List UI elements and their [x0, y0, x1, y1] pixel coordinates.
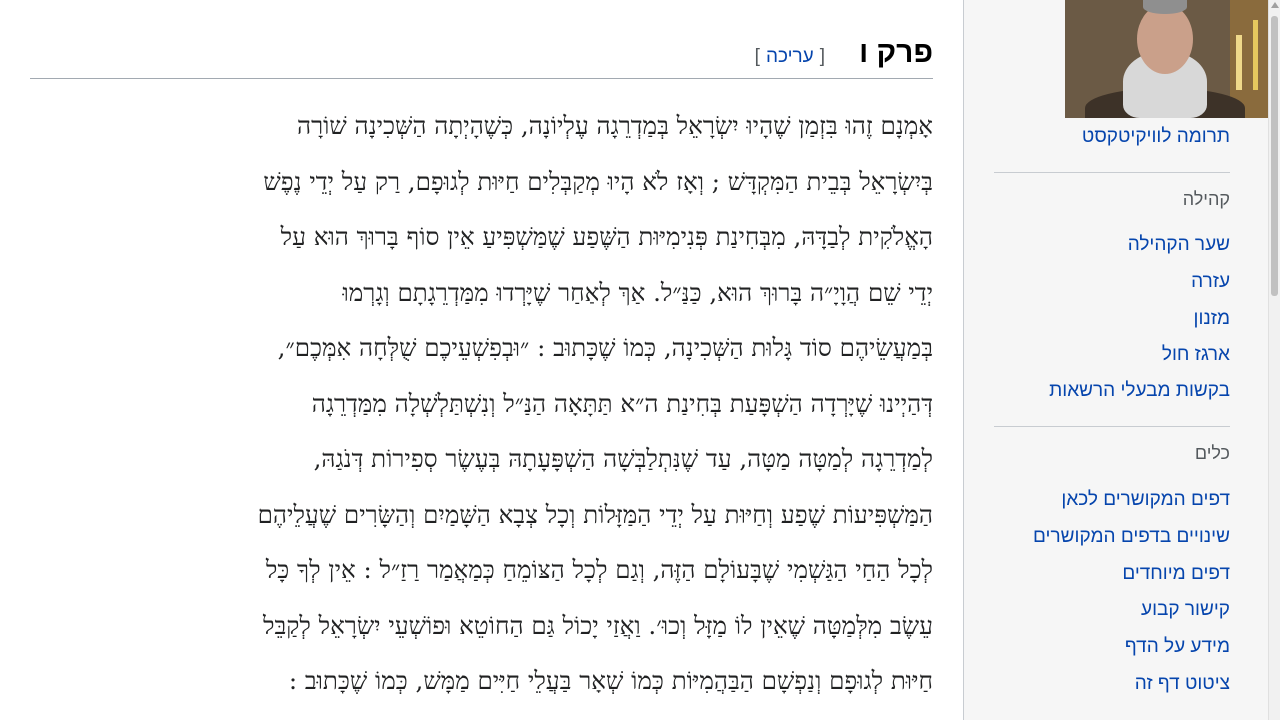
- text-line: בְּמַעֲשֵׂיהֶם סוֹד גָּלוּת הַשְּׁכִינָה…: [277, 333, 933, 362]
- sidebar-item-admin-requests[interactable]: בקשות מבעלי הרשאות: [1049, 380, 1230, 402]
- candle-icon: [1236, 35, 1242, 90]
- text-line: לְכָל הַחַי הַגַּשְׁמִי שֶׁבָּעוֹלָם הַז…: [265, 555, 933, 584]
- edit-section: [עריכה]: [755, 46, 825, 68]
- main-content: פרק ו [עריכה] אָמְנָם זֶהוּ בִּזְמַן שֶׁ…: [0, 0, 963, 720]
- article-body: אָמְנָם זֶהוּ בִּזְמַן שֶׁהָיוּ יִשְׂרָא…: [34, 98, 933, 709]
- sidebar-item-related-changes[interactable]: שינויים בדפים המקושרים: [1033, 526, 1230, 548]
- text-line: הַמַּשְׁפִּיעוֹת שֶׁפַע וְחַיּוּת עַל יְ…: [257, 499, 933, 529]
- text-line: יְדֵי שֵׁם הֲוָיָ״ה בָּרוּךְ הוּא, כַּנַ…: [342, 277, 933, 307]
- presenter-kippah: [1143, 0, 1187, 14]
- sidebar-item-donate[interactable]: תרומה לוויקיטקסט: [1082, 126, 1230, 148]
- divider: [994, 172, 1230, 173]
- sidebar-item-help[interactable]: עזרה: [1191, 271, 1230, 293]
- sidebar-item-sandbox[interactable]: ארגז חול: [1162, 344, 1230, 366]
- divider: [994, 426, 1230, 427]
- edit-link[interactable]: עריכה: [760, 46, 820, 67]
- section-heading: פרק ו [עריכה]: [30, 32, 933, 79]
- presenter-video-icon: [1065, 0, 1268, 118]
- scrollbar[interactable]: [1268, 0, 1280, 720]
- candle-icon: [1253, 20, 1258, 90]
- text-line: חַיּוּת לְגוּפָם וְנַפְשָׁם הַבַּהֲמִיּו…: [288, 666, 933, 695]
- text-line: דְּהַיְינוּ שֶׁיָּרְדָה הַשְׁפָּעַת בְּח…: [311, 388, 933, 418]
- sidebar-item-community-portal[interactable]: שער הקהילה: [1128, 234, 1230, 256]
- sidebar-item-permanent-link[interactable]: קישור קבוע: [1141, 599, 1230, 621]
- text-line: עֵשֶׂב מִלְּמַטָּה שֶׁאֵין לוֹ מַזָּל וְ…: [263, 610, 933, 640]
- text-line: בְּיִשְׂרָאֵל בְּבֵית הַמִּקְדָּשׁ ; וְא…: [263, 166, 933, 196]
- sidebar-heading-tools: כלים: [1194, 443, 1230, 463]
- sidebar-item-page-info[interactable]: מידע על הדף: [1125, 636, 1230, 658]
- text-line: לְמַדְרֵגָה לְמַטָּה מַטָּה, עַד שֶׁנִּת…: [313, 444, 933, 473]
- text-line: אָמְנָם זֶהוּ בִּזְמַן שֶׁהָיוּ יִשְׂרָא…: [297, 111, 933, 140]
- scroll-up-icon[interactable]: [1271, 2, 1279, 8]
- edit-bracket-open: [: [819, 46, 825, 67]
- sidebar-item-special-pages[interactable]: דפים מיוחדים: [1122, 563, 1230, 585]
- sidebar-item-what-links-here[interactable]: דפים המקושרים לכאן: [1061, 489, 1230, 511]
- sidebar-item-cite-page[interactable]: ציטוט דף זה: [1135, 673, 1230, 695]
- presenter-face: [1137, 4, 1193, 74]
- sidebar-item-village-pump[interactable]: מזנון: [1194, 308, 1230, 330]
- sidebar-heading-community: קהילה: [1182, 189, 1230, 209]
- text-line: הָאֱלֹקִית לְבַדָּהּ, מִבְּחִינַת פְּנִי…: [280, 222, 933, 251]
- scrollbar-thumb[interactable]: [1271, 16, 1278, 296]
- page-title: פרק ו: [859, 36, 933, 69]
